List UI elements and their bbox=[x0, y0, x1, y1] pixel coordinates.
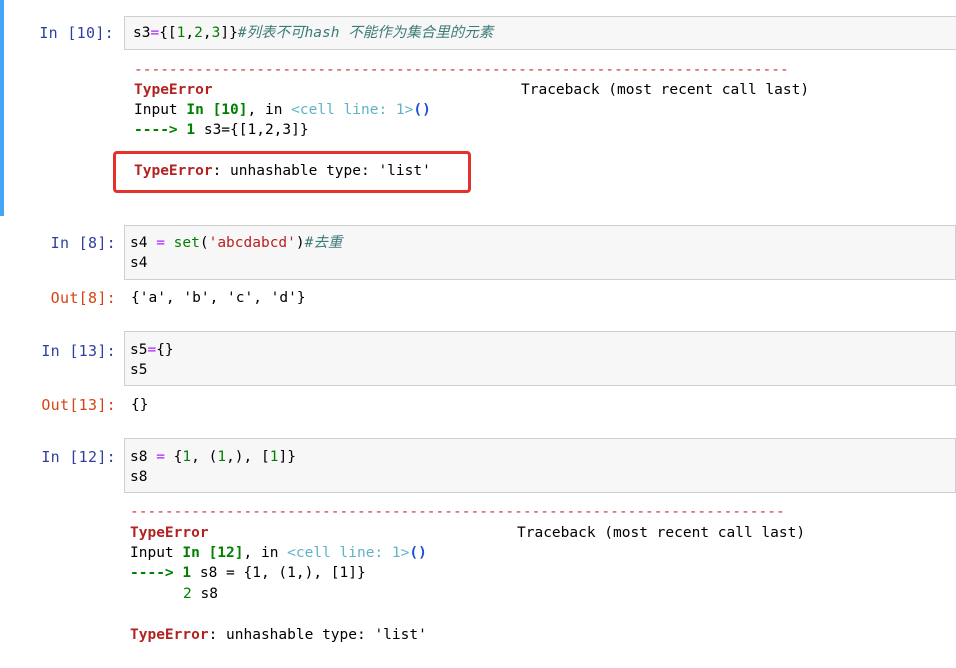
traceback-input-line: Input In [12], in <cell line: 1>() bbox=[130, 545, 427, 561]
traceback-header: TypeError bbox=[130, 525, 209, 541]
traceback-separator: ----------------------------------------… bbox=[130, 504, 785, 520]
traceback-label: Traceback (most recent call last) bbox=[517, 525, 806, 541]
traceback-header: TypeError bbox=[134, 82, 213, 98]
cell-output: {} bbox=[131, 397, 149, 413]
code-line: s4 = set('abcdabcd')#去重 bbox=[130, 235, 343, 251]
traceback-arrow-line: ----> 1 s3={[1,2,3]} bbox=[134, 122, 309, 138]
code-cell-12[interactable]: In [12]: s8 = {1, (1,), [1]} s8 --------… bbox=[0, 436, 956, 668]
input-prompt: In [8]: bbox=[50, 234, 116, 252]
traceback-label: Traceback (most recent call last) bbox=[521, 82, 810, 98]
code-editor[interactable]: s5={} s5 bbox=[124, 331, 956, 386]
traceback-input-line: Input In [10], in <cell line: 1>() bbox=[134, 102, 431, 118]
output-prompt: Out[8]: bbox=[50, 289, 116, 307]
code-cell-13[interactable]: In [13]: s5={} s5 Out[13]: {} bbox=[0, 328, 956, 436]
code-line: s8 bbox=[130, 469, 148, 485]
code-line: s3={[1,2,3]}#列表不可hash 不能作为集合里的元素 bbox=[133, 25, 494, 41]
code-editor[interactable]: s8 = {1, (1,), [1]} s8 bbox=[124, 438, 956, 493]
code-editor[interactable]: s3={[1,2,3]}#列表不可hash 不能作为集合里的元素 bbox=[124, 16, 956, 50]
code-line: s8 = {1, (1,), [1]} bbox=[130, 449, 296, 465]
code-cell-8[interactable]: In [8]: s4 = set('abcdabcd')#去重 s4 Out[8… bbox=[0, 216, 956, 328]
code-editor[interactable]: s4 = set('abcdabcd')#去重 s4 bbox=[124, 225, 956, 280]
error-highlight-box bbox=[113, 151, 471, 193]
code-line: s5 bbox=[130, 362, 148, 378]
traceback-code-line: 2 s8 bbox=[183, 586, 218, 602]
cell-output: {'a', 'b', 'c', 'd'} bbox=[131, 290, 306, 306]
error-message: TypeError: unhashable type: 'list' bbox=[130, 627, 427, 643]
input-prompt: In [12]: bbox=[41, 448, 116, 466]
traceback-separator: ----------------------------------------… bbox=[134, 62, 789, 78]
traceback-arrow-line: ----> 1 s8 = {1, (1,), [1]} bbox=[130, 565, 366, 581]
code-line: s5={} bbox=[130, 342, 174, 358]
output-prompt: Out[13]: bbox=[41, 396, 116, 414]
input-prompt: In [13]: bbox=[41, 342, 116, 360]
code-line: s4 bbox=[130, 255, 148, 271]
input-prompt: In [10]: bbox=[39, 24, 114, 42]
code-cell-10[interactable]: In [10]: s3={[1,2,3]}#列表不可hash 不能作为集合里的元… bbox=[0, 0, 956, 216]
